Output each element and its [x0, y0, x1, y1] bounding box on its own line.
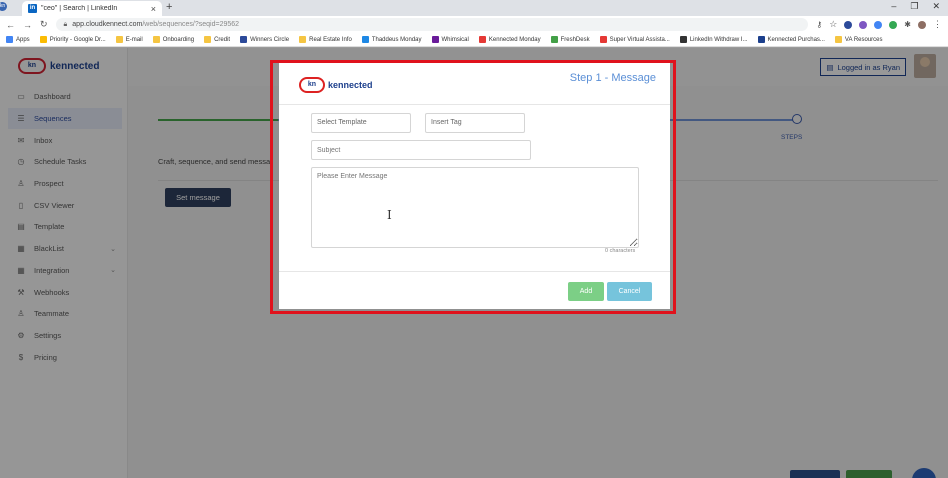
bookmark-label: FreshDesk: [560, 36, 590, 43]
modal-title: Step 1 - Message: [569, 72, 656, 84]
kennected-cloud-icon: kn: [299, 77, 325, 93]
bookmark-icon: [834, 36, 842, 43]
insert-tag-dropdown[interactable]: Insert Tag: [425, 113, 525, 133]
bookmark-item[interactable]: Super Virtual Assista...: [599, 36, 670, 43]
close-window-icon[interactable]: ✕: [932, 1, 940, 12]
bookmark-item[interactable]: Onboarding: [152, 36, 195, 43]
bookmark-icon: [431, 36, 439, 43]
key-icon[interactable]: ⚷: [816, 20, 822, 29]
character-count: 0 characters: [605, 248, 636, 254]
step-message-modal: kn kennected Step 1 - Message Select Tem…: [279, 63, 670, 309]
bookmark-label: VA Resources: [844, 36, 883, 43]
bookmark-icon: [599, 36, 607, 43]
browser-avatar-icon[interactable]: [918, 20, 926, 29]
bookmarks-bar: Apps Priority - Google Dr... E-mail Onboard…: [0, 33, 948, 47]
lock-icon: 🔒︎: [63, 20, 68, 28]
bookmark-icon: [299, 36, 307, 43]
bookmark-item[interactable]: Real Estate Info: [299, 36, 352, 43]
bookmark-item[interactable]: Credit: [204, 36, 230, 43]
bookmark-icon: [152, 36, 160, 43]
browser-profile-icon[interactable]: kn: [0, 2, 7, 11]
bookmark-label: E-mail: [125, 36, 143, 43]
extension-lightblue-icon[interactable]: [874, 20, 883, 29]
add-button[interactable]: Add: [568, 282, 604, 301]
forward-icon[interactable]: →: [23, 20, 32, 30]
modal-header-divider: [279, 104, 670, 105]
bookmark-item[interactable]: Apps: [6, 36, 30, 43]
url-path: /web/sequences/?seqid=29562: [142, 21, 240, 28]
bookmark-item[interactable]: Whimsical: [431, 36, 469, 43]
reload-icon[interactable]: ↻: [40, 19, 48, 30]
bookmark-item[interactable]: Thaddeus Monday: [361, 36, 422, 43]
modal-brand-name: kennected: [328, 80, 373, 90]
extension-green-icon[interactable]: [889, 20, 898, 29]
bookmark-label: Kennected Monday: [488, 36, 541, 43]
browser-toolbar: ← → ↻ 🔒︎ app.cloudkennect.com/web/sequen…: [0, 16, 948, 33]
browser-tab[interactable]: in "ceo" | Search | LinkedIn ×: [22, 1, 162, 16]
bookmark-item[interactable]: Kennected Monday: [478, 36, 541, 43]
bookmark-item[interactable]: FreshDesk: [550, 36, 590, 43]
bookmark-label: Whimsical: [441, 36, 469, 43]
bookmark-label: Onboarding: [162, 36, 195, 43]
restore-icon[interactable]: ❐: [910, 1, 918, 12]
bookmark-label: Real Estate Info: [309, 36, 352, 43]
extension-purple-icon[interactable]: [859, 20, 868, 29]
new-tab-icon[interactable]: +: [166, 1, 172, 13]
bookmark-label: Credit: [214, 36, 231, 43]
bookmark-icon: [757, 36, 765, 43]
bookmark-icon: [550, 36, 558, 43]
bookmark-label: Kennected Purchas...: [767, 36, 825, 43]
bookmark-label: Super Virtual Assista...: [609, 36, 670, 43]
text-cursor-icon: I: [387, 208, 392, 222]
minimize-icon[interactable]: –: [891, 1, 896, 12]
bookmark-icon: [6, 36, 13, 43]
browser-tab-bar: kn in "ceo" | Search | LinkedIn × + – ❐ …: [0, 0, 948, 16]
menu-dots-icon[interactable]: ⋮: [933, 19, 942, 30]
linkedin-favicon-icon: in: [28, 4, 37, 13]
bookmark-icon: [115, 36, 123, 43]
bookmark-item[interactable]: Winners Circle: [240, 36, 289, 43]
bookmark-icon: [679, 36, 687, 43]
bookmark-item[interactable]: E-mail: [115, 36, 143, 43]
bookmark-label: Apps: [16, 36, 30, 43]
tab-title: "ceo" | Search | LinkedIn: [41, 5, 118, 12]
subject-input[interactable]: [311, 140, 531, 160]
bookmark-icon: [204, 36, 212, 43]
bookmark-icon: [478, 36, 486, 43]
bookmark-label: Priority - Google Dr...: [49, 36, 106, 43]
bookmark-label: LinkedIn Withdraw I...: [689, 36, 748, 43]
star-icon[interactable]: ☆: [829, 19, 837, 30]
cancel-button[interactable]: Cancel: [607, 282, 652, 301]
extension-blue-icon[interactable]: [844, 20, 853, 29]
bookmark-label: Thaddeus Monday: [371, 36, 422, 43]
select-template-dropdown[interactable]: Select Template: [311, 113, 411, 133]
bookmark-item[interactable]: LinkedIn Withdraw I...: [679, 36, 748, 43]
bookmark-icon: [39, 36, 47, 43]
puzzle-icon[interactable]: ✱: [904, 20, 911, 29]
modal-footer-divider: [279, 271, 670, 272]
address-bar[interactable]: 🔒︎ app.cloudkennect.com/web/sequences/?s…: [55, 18, 809, 31]
bookmark-label: Winners Circle: [250, 36, 290, 43]
bookmark-item[interactable]: Kennected Purchas...: [757, 36, 825, 43]
window-controls: – ❐ ✕: [891, 1, 940, 12]
message-textarea[interactable]: [311, 167, 639, 248]
bookmark-icon: [361, 36, 369, 43]
extension-icons: ⚷ ☆ ✱ ⋮: [816, 19, 942, 30]
bookmark-icon: [240, 36, 248, 43]
modal-logo: kn kennected: [299, 77, 373, 93]
tab-close-icon[interactable]: ×: [151, 4, 156, 14]
back-icon[interactable]: ←: [6, 20, 15, 30]
bookmark-item[interactable]: Priority - Google Dr...: [39, 36, 106, 43]
url-domain: app.cloudkennect.com: [72, 21, 143, 28]
url-text: app.cloudkennect.com/web/sequences/?seqi…: [72, 21, 239, 28]
bookmark-item[interactable]: VA Resources: [834, 36, 883, 43]
